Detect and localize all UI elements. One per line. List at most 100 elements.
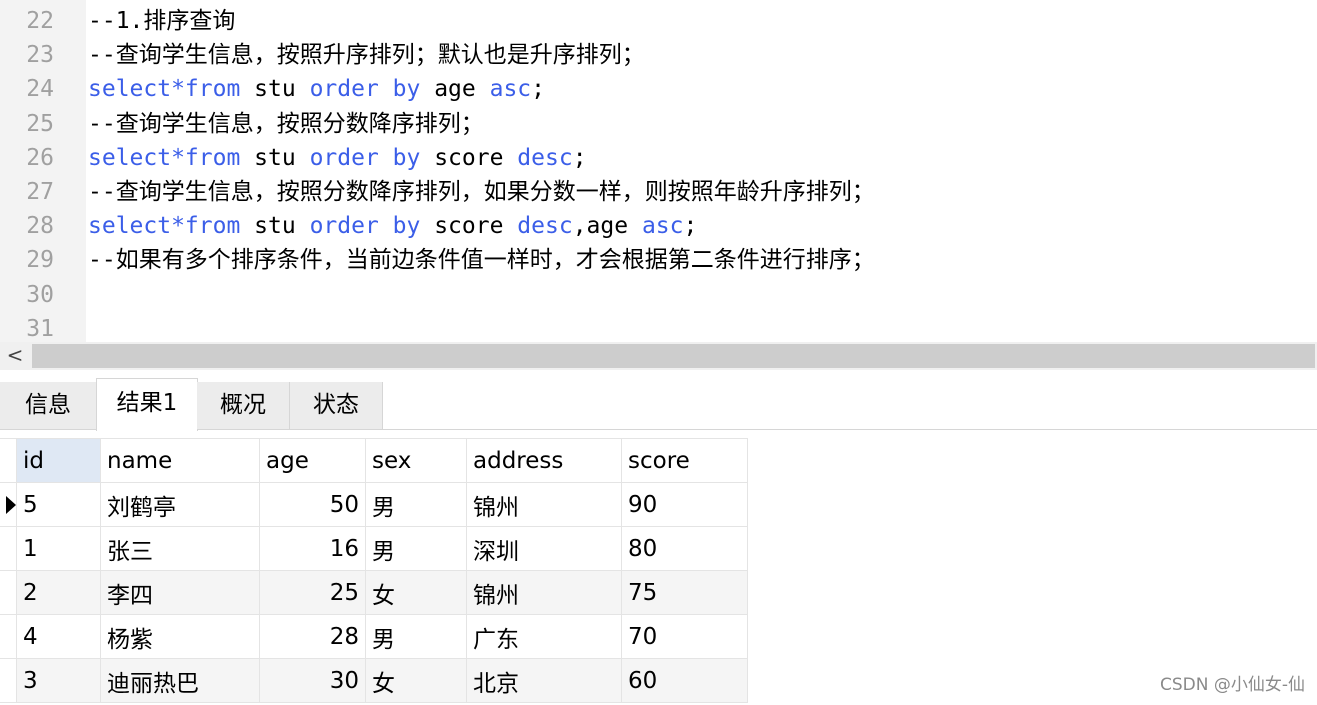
column-header-score[interactable]: score xyxy=(621,438,748,483)
table-row[interactable]: 4 杨紫 28 男 广东 70 xyxy=(0,614,748,659)
cell-age[interactable]: 16 xyxy=(259,526,366,571)
sql-keyword: desc xyxy=(517,213,573,240)
line-number: 22 xyxy=(26,8,54,34)
cell-id[interactable]: 5 xyxy=(16,482,101,527)
code-text[interactable]: select*from stu order by age asc; xyxy=(88,72,545,106)
code-line[interactable]: 31 xyxy=(0,312,1317,342)
cell-sex[interactable]: 男 xyxy=(365,614,467,659)
sql-text: ,age xyxy=(572,213,642,240)
sql-keyword: select*from xyxy=(88,144,241,171)
cell-name[interactable]: 迪丽热巴 xyxy=(100,658,260,703)
line-number: 25 xyxy=(26,110,54,137)
scroll-left-icon[interactable]: < xyxy=(0,342,30,370)
code-line[interactable]: 30 xyxy=(0,278,1317,312)
column-header-id[interactable]: id xyxy=(16,438,101,483)
code-line[interactable]: 29 --如果有多个排序条件，当前边条件值一样时，才会根据第二条件进行排序； xyxy=(0,243,1317,277)
table-row[interactable]: 5 刘鹤亭 50 男 锦州 90 xyxy=(0,482,748,527)
line-number: 26 xyxy=(26,144,54,171)
sql-keyword: order by xyxy=(309,76,421,103)
row-indicator xyxy=(0,526,17,571)
line-number: 23 xyxy=(26,42,54,69)
sql-keyword: select*from xyxy=(88,213,241,240)
cell-address[interactable]: 锦州 xyxy=(466,482,622,527)
cell-sex[interactable]: 男 xyxy=(365,482,467,527)
sql-text: stu xyxy=(240,213,310,240)
cell-age[interactable]: 30 xyxy=(259,658,366,703)
watermark: CSDN @小仙女-仙 xyxy=(1159,675,1305,695)
tab-profile[interactable]: 概况 xyxy=(197,382,290,429)
cell-id[interactable]: 2 xyxy=(16,570,101,615)
cell-score[interactable]: 90 xyxy=(621,482,748,527)
sql-comment: --查询学生信息，按照升序排列；默认也是升序排列； xyxy=(88,42,645,69)
cell-sex[interactable]: 女 xyxy=(365,658,467,703)
cell-name[interactable]: 李四 xyxy=(100,570,260,615)
tab-status[interactable]: 状态 xyxy=(290,382,383,429)
code-text[interactable]: --1.排序查询 xyxy=(88,4,235,38)
code-text[interactable]: --查询学生信息，按照升序排列；默认也是升序排列； xyxy=(88,38,645,72)
line-number: 31 xyxy=(26,315,54,342)
sql-text: age xyxy=(420,76,490,103)
code-line[interactable]: 24 select*from stu order by age asc; xyxy=(0,72,1317,106)
column-header-sex[interactable]: sex xyxy=(365,438,467,483)
column-header-name[interactable]: name xyxy=(100,438,260,483)
cell-id[interactable]: 3 xyxy=(16,658,101,703)
row-indicator xyxy=(0,658,17,703)
tab-result-1[interactable]: 结果1 xyxy=(96,378,198,431)
row-indicator-header xyxy=(0,438,17,483)
row-indicator xyxy=(0,614,17,659)
sql-comment: --如果有多个排序条件，当前边条件值一样时，才会根据第二条件进行排序； xyxy=(88,247,875,274)
code-line[interactable]: 25 --查询学生信息，按照分数降序排列； xyxy=(0,107,1317,141)
cell-address[interactable]: 广东 xyxy=(466,614,622,659)
row-indicator xyxy=(0,570,17,615)
cell-name[interactable]: 张三 xyxy=(100,526,260,571)
column-header-age[interactable]: age xyxy=(259,438,366,483)
grid-header-row: id name age sex address score xyxy=(0,438,748,483)
code-line[interactable]: 28 select*from stu order by score desc,ag… xyxy=(0,209,1317,243)
cell-id[interactable]: 4 xyxy=(16,614,101,659)
cell-score[interactable]: 75 xyxy=(621,570,748,615)
sql-text: score xyxy=(420,213,518,240)
line-number: 29 xyxy=(26,247,54,274)
cell-age[interactable]: 50 xyxy=(259,482,366,527)
scrollbar-thumb[interactable] xyxy=(32,344,1315,368)
cell-age[interactable]: 25 xyxy=(259,570,366,615)
cell-address[interactable]: 北京 xyxy=(466,658,622,703)
sql-keyword: order by xyxy=(309,213,421,240)
cell-score[interactable]: 70 xyxy=(621,614,748,659)
code-line[interactable]: 26 select*from stu order by score desc; xyxy=(0,141,1317,175)
cell-age[interactable]: 28 xyxy=(259,614,366,659)
horizontal-scrollbar[interactable]: < xyxy=(0,342,1317,370)
cell-score[interactable]: 80 xyxy=(621,526,748,571)
cell-address[interactable]: 深圳 xyxy=(466,526,622,571)
cell-name[interactable]: 杨紫 xyxy=(100,614,260,659)
sql-keyword: select*from xyxy=(88,76,241,103)
code-text[interactable]: --如果有多个排序条件，当前边条件值一样时，才会根据第二条件进行排序； xyxy=(88,243,875,277)
code-line[interactable]: 27 --查询学生信息，按照分数降序排列，如果分数一样，则按照年龄升序排列； xyxy=(0,175,1317,209)
cell-address[interactable]: 锦州 xyxy=(466,570,622,615)
sql-text: ; xyxy=(572,144,587,171)
tab-info[interactable]: 信息 xyxy=(0,382,97,429)
line-number: 30 xyxy=(26,281,54,308)
cell-sex[interactable]: 男 xyxy=(365,526,467,571)
cell-id[interactable]: 1 xyxy=(16,526,101,571)
table-row[interactable]: 1 张三 16 男 深圳 80 xyxy=(0,526,748,571)
code-text[interactable]: --查询学生信息，按照分数降序排列，如果分数一样，则按照年龄升序排列； xyxy=(88,175,875,209)
cell-sex[interactable]: 女 xyxy=(365,570,467,615)
code-text[interactable]: select*from stu order by score desc; xyxy=(88,141,587,175)
sql-comment: --1.排序查询 xyxy=(88,8,236,34)
code-line[interactable]: 23 --查询学生信息，按照升序排列；默认也是升序排列； xyxy=(0,38,1317,72)
table-row[interactable]: 3 迪丽热巴 30 女 北京 60 xyxy=(0,658,748,703)
sql-editor[interactable]: 22 --1.排序查询 23 --查询学生信息，按照升序排列；默认也是升序排列； 24 s… xyxy=(0,0,1317,342)
code-text[interactable]: select*from stu order by score desc,age … xyxy=(88,209,697,243)
result-grid[interactable]: id name age sex address score 5 刘鹤亭 50 男… xyxy=(0,438,748,703)
sql-keyword: desc xyxy=(517,144,573,171)
code-line[interactable]: 22 --1.排序查询 xyxy=(0,4,1317,38)
table-row[interactable]: 2 李四 25 女 锦州 75 xyxy=(0,570,748,615)
cell-score[interactable]: 60 xyxy=(621,658,748,703)
column-header-address[interactable]: address xyxy=(466,438,622,483)
sql-text: score xyxy=(420,144,518,171)
code-text[interactable]: --查询学生信息，按照分数降序排列； xyxy=(88,107,484,141)
sql-keyword: order by xyxy=(309,144,421,171)
cell-name[interactable]: 刘鹤亭 xyxy=(100,482,260,527)
sql-keyword: asc xyxy=(489,76,532,103)
